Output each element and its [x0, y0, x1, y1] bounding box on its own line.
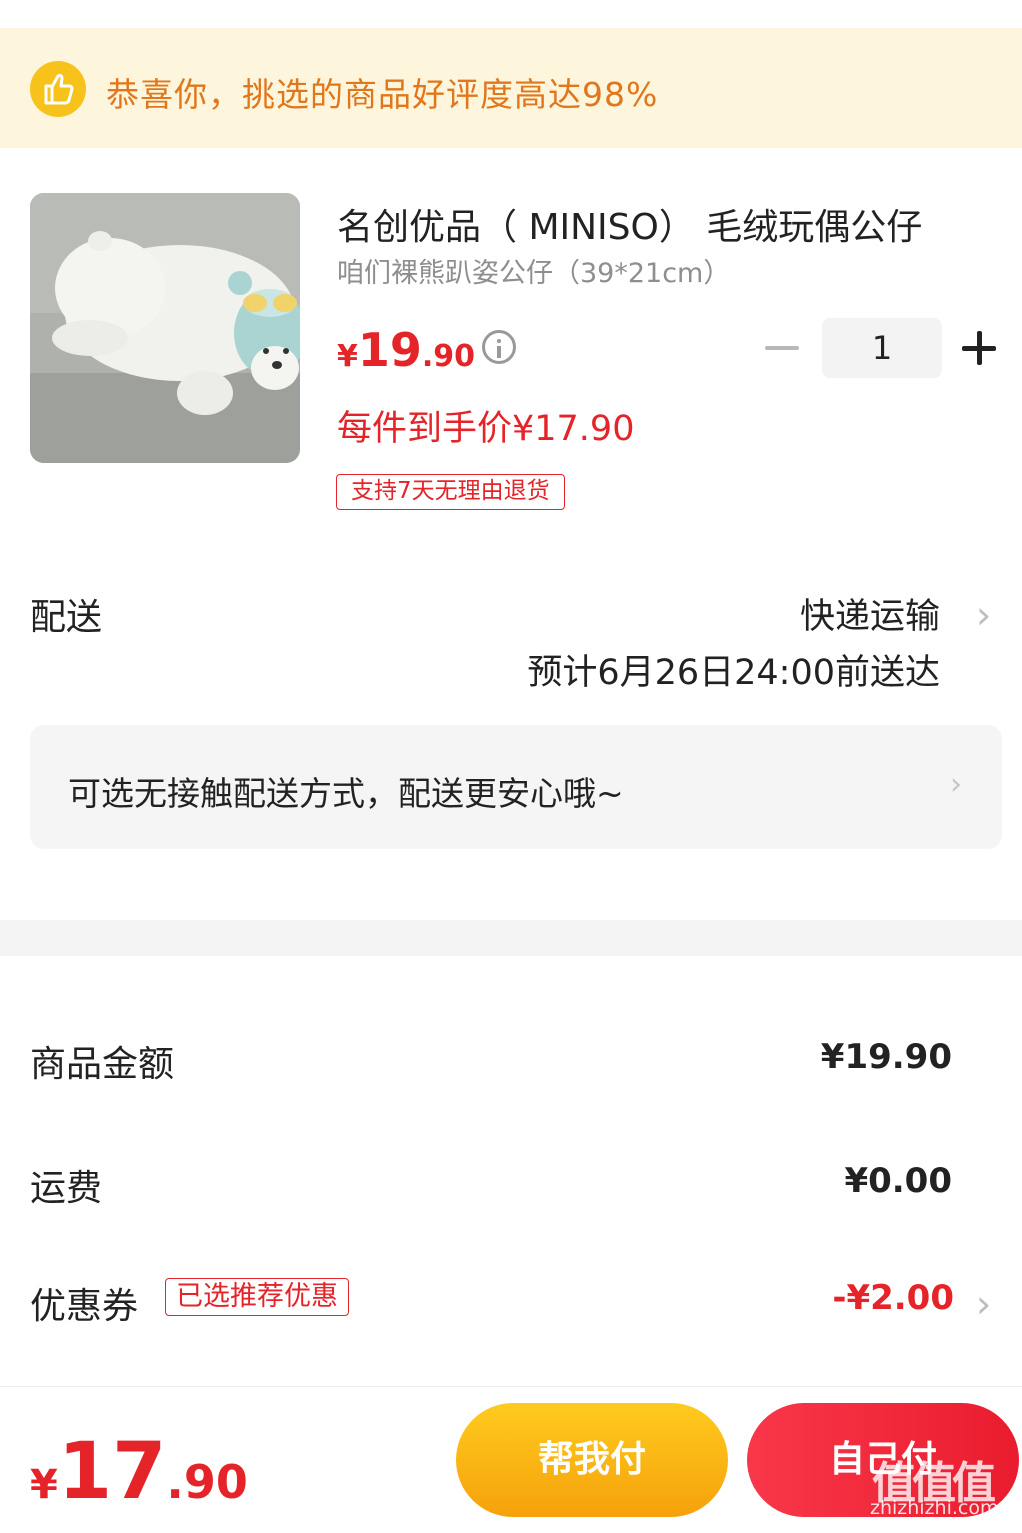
- total-integer: 17: [57, 1427, 167, 1517]
- goods-amount-label: 商品金额: [30, 1044, 175, 1085]
- product-image[interactable]: [30, 193, 300, 463]
- product-title[interactable]: 名创优品（ MINISO） 毛绒玩偶公仔: [337, 198, 977, 250]
- help-pay-button[interactable]: 帮我付: [456, 1403, 728, 1517]
- chevron-right-icon: ›: [950, 767, 962, 802]
- contactless-delivery-row[interactable]: 可选无接触配送方式，配送更安心哦~ ›: [30, 725, 1002, 849]
- chevron-right-icon[interactable]: ›: [976, 1282, 991, 1326]
- price-decimal: .90: [421, 339, 476, 374]
- top-strip: [0, 0, 1022, 28]
- praise-text: 恭喜你，挑选的商品好评度高达98%: [106, 75, 659, 114]
- delivery-eta: 预计6月26日24:00前送达: [527, 653, 940, 693]
- praise-banner: 恭喜你，挑选的商品好评度高达98%: [0, 28, 1022, 148]
- delivery-method[interactable]: 快递运输: [800, 588, 940, 639]
- final-price: 每件到手价¥17.90: [337, 409, 635, 449]
- coupon-label: 优惠券: [30, 1286, 139, 1327]
- info-icon[interactable]: [482, 330, 516, 364]
- coupon-selected-badge[interactable]: 已选推荐优惠: [165, 1278, 349, 1316]
- quantity-decrease-button[interactable]: [765, 344, 801, 352]
- product-spec[interactable]: 咱们裸熊趴姿公仔（39*21cm）: [337, 251, 730, 290]
- price-integer: 19: [357, 323, 422, 377]
- quantity-increase-button[interactable]: [962, 330, 998, 366]
- section-divider: [0, 920, 1022, 956]
- watermark: 值值值 zhizhizhi.com: [868, 1447, 1018, 1527]
- total-decimal: .90: [166, 1455, 248, 1509]
- total-price: ¥17.90: [30, 1427, 248, 1517]
- order-card: 名创优品（ MINISO） 毛绒玩偶公仔 咱们裸熊趴姿公仔（39*21cm） ¥…: [0, 148, 1022, 920]
- delivery-label: 配送: [30, 597, 103, 638]
- shipping-fee-value: ¥0.00: [844, 1161, 952, 1201]
- watermark-site: zhizhizhi.com: [870, 1497, 999, 1519]
- price-currency: ¥: [337, 339, 358, 374]
- return-policy-badge: 支持7天无理由退货: [336, 474, 565, 510]
- price-summary: 商品金额 ¥19.90 运费 ¥0.00 优惠券 已选推荐优惠 -¥2.00 ›: [0, 956, 1022, 1386]
- chevron-right-icon[interactable]: ›: [976, 593, 991, 637]
- checkout-bar: ¥17.90 帮我付 自己付 值值值 zhizhizhi.com: [0, 1386, 1022, 1533]
- quantity-input[interactable]: 1: [822, 318, 942, 378]
- coupon-value[interactable]: -¥2.00: [832, 1278, 954, 1318]
- unit-price: ¥19.90: [337, 323, 475, 377]
- total-currency: ¥: [30, 1462, 58, 1508]
- contactless-text: 可选无接触配送方式，配送更安心哦~: [68, 774, 624, 813]
- shipping-fee-label: 运费: [30, 1168, 103, 1209]
- thumbs-up-icon: [30, 61, 86, 117]
- goods-amount-value: ¥19.90: [820, 1037, 952, 1077]
